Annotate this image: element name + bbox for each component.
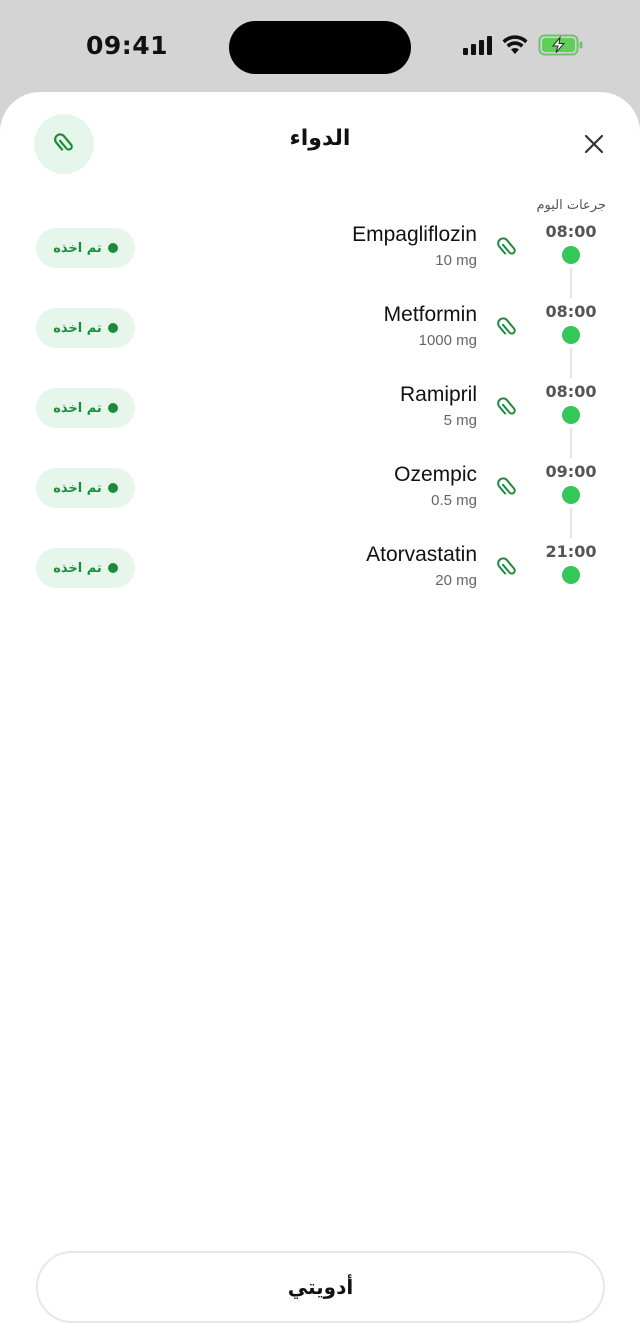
status-text: تم اخذه: [53, 560, 102, 576]
medication-name: Ozempic: [394, 463, 477, 486]
paperclip-icon: [497, 317, 516, 335]
status-dot: [107, 323, 118, 333]
paperclip-icon: [497, 557, 516, 575]
dynamic-island: [229, 21, 411, 74]
medication-dose: 0.5 mg: [431, 492, 477, 509]
status-text: تم اخذه: [53, 480, 102, 496]
dose-time: 09:00: [545, 462, 597, 481]
list-item[interactable]: 08:00 Ramipril 5 mg تم اخذه: [0, 372, 640, 458]
timeline-dot: [562, 246, 580, 264]
list-item[interactable]: 21:00 Atorvastatin 20 mg تم اخذه: [0, 532, 640, 612]
medication-dose: 5 mg: [443, 412, 477, 429]
wifi-icon: [502, 35, 528, 54]
sheet-title: الدواء: [289, 126, 351, 151]
list-item[interactable]: 08:00 Empagliflozin 10 mg تم اخذه: [0, 212, 640, 298]
timeline-dot: [562, 566, 580, 584]
status-badge[interactable]: تم اخذه: [36, 388, 135, 428]
status-badge[interactable]: تم اخذه: [36, 468, 135, 508]
today-doses-label: جرعات اليوم: [536, 198, 606, 213]
status-badge[interactable]: تم اخذه: [36, 228, 135, 268]
timeline-dot: [562, 486, 580, 504]
dose-time: 08:00: [545, 302, 597, 321]
close-button[interactable]: [578, 128, 610, 160]
status-icons: [463, 34, 584, 56]
medication-name: Atorvastatin: [366, 543, 477, 566]
medication-name: Metformin: [383, 303, 477, 326]
dose-time: 21:00: [545, 542, 597, 561]
status-text: تم اخذه: [53, 400, 102, 416]
dose-list: 08:00 Empagliflozin 10 mg تم اخذه 08:00 …: [0, 212, 640, 612]
timeline-dot: [562, 326, 580, 344]
medication-name: Ramipril: [399, 383, 477, 406]
medication-dose: 1000 mg: [418, 332, 477, 349]
list-item[interactable]: 08:00 Metformin 1000 mg تم اخذه: [0, 292, 640, 378]
status-dot: [107, 563, 118, 573]
medication-name: Empagliflozin: [352, 223, 477, 246]
close-icon: [584, 134, 604, 154]
status-dot: [107, 243, 118, 253]
status-badge[interactable]: تم اخذه: [36, 308, 135, 348]
timeline-dot: [562, 406, 580, 424]
status-bar: 09:41: [0, 0, 640, 92]
status-badge[interactable]: تم اخذه: [36, 548, 135, 588]
dose-time: 08:00: [545, 382, 597, 401]
medication-dose: 20 mg: [435, 572, 477, 589]
paperclip-icon: [497, 237, 516, 255]
my-medications-button[interactable]: أدويتي: [36, 1251, 605, 1323]
battery-charging-icon: [538, 34, 583, 56]
status-text: تم اخذه: [53, 240, 102, 256]
status-dot: [107, 483, 118, 493]
status-text: تم اخذه: [53, 320, 102, 336]
medication-dose: 10 mg: [435, 252, 477, 269]
paperclip-icon: [497, 477, 516, 495]
status-dot: [107, 403, 118, 413]
cellular-signal-icon: [463, 35, 492, 55]
list-item[interactable]: 09:00 Ozempic 0.5 mg تم اخذه: [0, 452, 640, 538]
medication-sheet: الدواء جرعات اليوم 08:00 Empagliflozin 1…: [0, 92, 640, 1343]
dose-time: 08:00: [545, 222, 597, 241]
status-time: 09:41: [86, 31, 169, 60]
paperclip-icon: [497, 397, 516, 415]
